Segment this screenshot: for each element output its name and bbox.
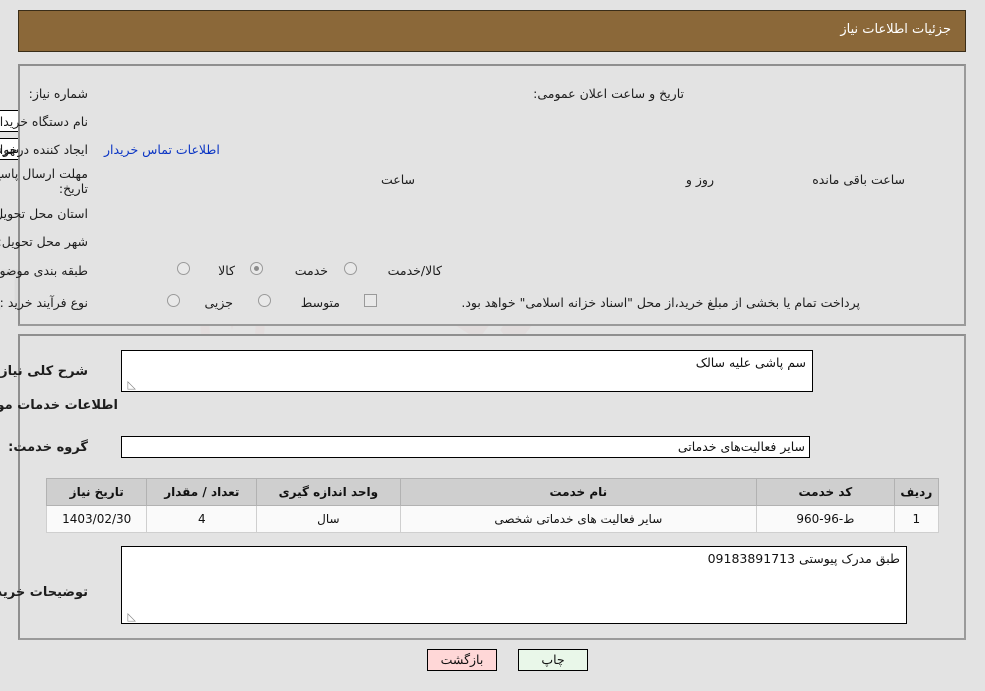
radio-purchase-jozee[interactable] bbox=[167, 294, 180, 307]
label-deadline-countdown: ساعت باقی مانده bbox=[812, 172, 905, 187]
label-service-group: گروه خدمت: bbox=[8, 440, 88, 455]
cell-unit: سال bbox=[256, 505, 401, 533]
label-deadline: مهلت ارسال پاسخ: تا تاریخ: bbox=[0, 166, 88, 196]
label-general-description: شرح کلی نیاز: bbox=[0, 364, 88, 379]
buyer-notes-value: طبق مدرک پیوستی 09183891713 bbox=[707, 551, 900, 566]
print-button[interactable]: چاپ bbox=[518, 649, 588, 671]
general-description-textarea[interactable]: سم پاشی علیه سالک ◺ bbox=[121, 350, 813, 392]
buyer-contact-link[interactable]: اطلاعات تماس خریدار bbox=[104, 142, 220, 157]
back-button[interactable]: بازگشت bbox=[427, 649, 497, 671]
resize-grip-icon[interactable]: ◺ bbox=[124, 379, 136, 391]
th-service-code: کد خدمت bbox=[756, 478, 895, 506]
checkbox-treasury-documents[interactable] bbox=[364, 294, 377, 307]
label-deadline-days: روز و bbox=[685, 172, 714, 187]
label-purchase-type: نوع فرآیند خرید : bbox=[0, 295, 88, 310]
table-row: 1 ط-96-960 سایر فعالیت های خدماتی شخصی س… bbox=[45, 505, 940, 533]
label-buyer-org: نام دستگاه خریدار: bbox=[0, 114, 88, 129]
th-quantity: تعداد / مقدار bbox=[146, 478, 258, 506]
label-need-number: شماره نیاز: bbox=[28, 86, 88, 101]
th-need-date: تاریخ نیاز bbox=[45, 478, 148, 506]
label-category-kala-khedmat: کالا/خدمت bbox=[387, 263, 442, 278]
radio-category-kala-khedmat[interactable] bbox=[344, 262, 357, 275]
header-bar: جزئیات اطلاعات نیاز bbox=[18, 10, 966, 52]
label-city: شهر محل تحویل: bbox=[0, 234, 88, 249]
label-purchase-jozee: جزیی bbox=[204, 295, 233, 310]
radio-purchase-motavaset[interactable] bbox=[258, 294, 271, 307]
label-announce-datetime: تاریخ و ساعت اعلان عمومی: bbox=[533, 86, 684, 101]
cell-quantity: 4 bbox=[146, 505, 258, 533]
page-title: جزئیات اطلاعات نیاز bbox=[840, 22, 951, 37]
page-root: AriaTender.net جزئیات اطلاعات نیاز شماره… bbox=[0, 0, 985, 691]
service-group-value: سایر فعالیت‌های خدماتی bbox=[121, 436, 810, 458]
buyer-notes-textarea[interactable]: طبق مدرک پیوستی 09183891713 ◺ bbox=[121, 546, 907, 624]
cell-need-date: 1403/02/30 bbox=[45, 505, 148, 533]
label-requester: ایجاد کننده درخواست: bbox=[0, 142, 88, 157]
table-header-row: ردیف کد خدمت نام خدمت واحد اندازه گیری ت… bbox=[45, 478, 940, 506]
label-subject-category: طبقه بندی موضوعی: bbox=[0, 263, 88, 278]
label-purchase-motavaset: متوسط bbox=[300, 295, 340, 310]
cell-row: 1 bbox=[893, 505, 940, 533]
label-category-khedmat: خدمت bbox=[294, 263, 328, 278]
radio-category-khedmat[interactable] bbox=[250, 262, 263, 275]
services-heading: اطلاعات خدمات مورد نیاز bbox=[0, 398, 118, 413]
cell-service-code: ط-96-960 bbox=[756, 505, 895, 533]
resize-grip-icon-notes[interactable]: ◺ bbox=[124, 611, 136, 623]
th-unit: واحد اندازه گیری bbox=[256, 478, 401, 506]
th-service-name: نام خدمت bbox=[399, 478, 758, 506]
services-table: ردیف کد خدمت نام خدمت واحد اندازه گیری ت… bbox=[45, 478, 940, 533]
label-deadline-hour: ساعت bbox=[380, 172, 415, 187]
label-province: استان محل تحویل: bbox=[0, 206, 88, 221]
general-description-value: سم پاشی علیه سالک bbox=[695, 355, 806, 370]
label-category-kala: کالا bbox=[218, 263, 235, 278]
label-treasury-documents: پرداخت تمام یا بخشی از مبلغ خرید،از محل … bbox=[461, 295, 860, 310]
th-row: ردیف bbox=[893, 478, 940, 506]
cell-service-name: سایر فعالیت های خدماتی شخصی bbox=[399, 505, 758, 533]
need-info-panel bbox=[18, 64, 966, 326]
radio-category-kala[interactable] bbox=[177, 262, 190, 275]
label-buyer-notes: توضیحات خریدار: bbox=[0, 585, 88, 600]
